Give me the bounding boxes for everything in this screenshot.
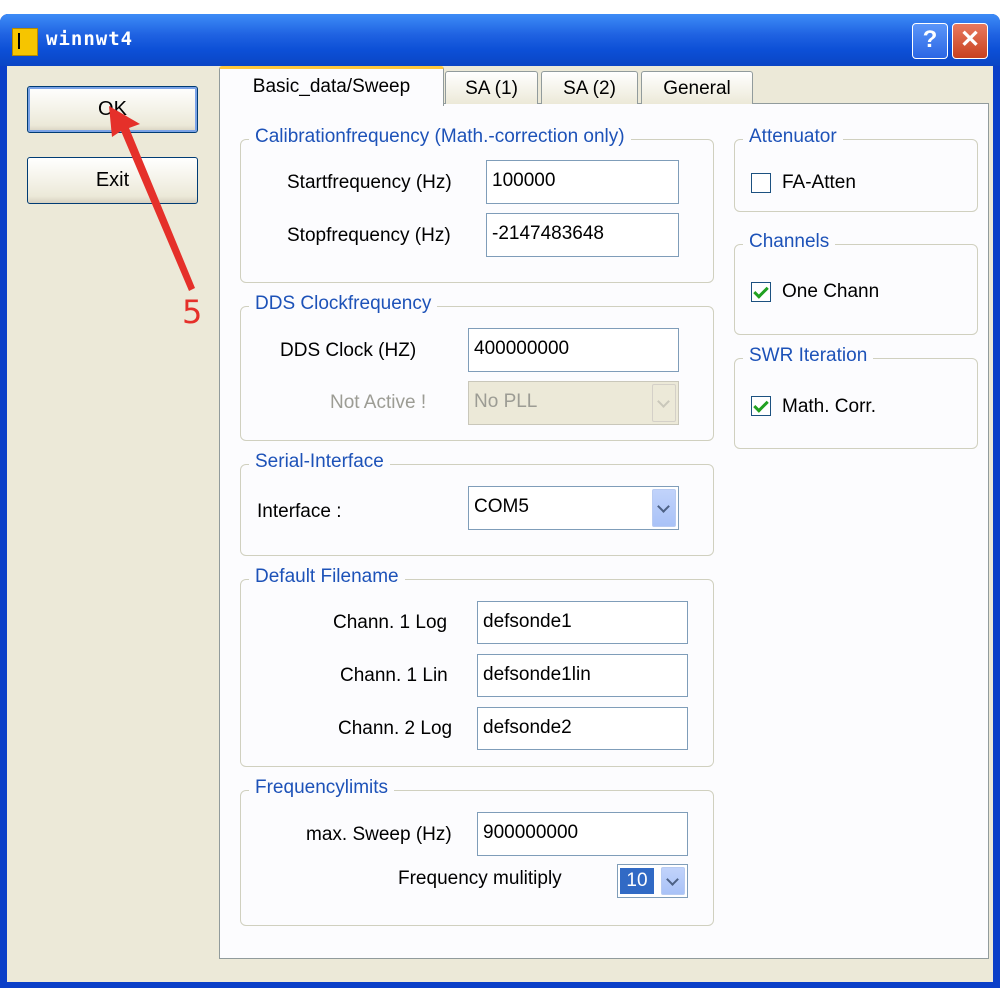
- interface-select-value: COM5: [474, 496, 529, 517]
- swr-group-title: SWR Iteration: [743, 345, 874, 367]
- start-frequency-input[interactable]: 100000: [486, 160, 679, 204]
- filename-label-ch1-log: Chann. 1 Log: [333, 612, 448, 633]
- pll-label: Not Active !: [330, 392, 427, 413]
- max-sweep-label: max. Sweep (Hz): [306, 824, 452, 845]
- window-title: winnwt4: [46, 28, 134, 50]
- tab-sa-1[interactable]: SA (1): [445, 71, 538, 104]
- frequency-multiply-label: Frequency mulitiply: [398, 868, 562, 889]
- frequency-limits-group-title: Frequencylimits: [249, 777, 395, 799]
- filename-input-ch1-lin[interactable]: defsonde1lin: [477, 654, 688, 697]
- ok-button[interactable]: OK: [27, 86, 198, 133]
- filename-label-ch1-lin: Chann. 1 Lin: [340, 665, 448, 686]
- annotation-number: 5: [182, 293, 203, 331]
- exit-button[interactable]: Exit: [27, 157, 198, 204]
- fa-atten-label: FA-Atten: [782, 172, 856, 193]
- one-chann-label: One Chann: [782, 281, 880, 302]
- frequency-limits-group: Frequencylimits: [240, 777, 714, 926]
- chevron-down-icon: [652, 384, 676, 422]
- start-frequency-label: Startfrequency (Hz): [287, 172, 452, 193]
- close-button[interactable]: ✕: [952, 23, 988, 59]
- filename-label-ch2-log: Chann. 2 Log: [338, 718, 453, 739]
- math-corr-checkbox[interactable]: [751, 396, 771, 416]
- tab-general[interactable]: General: [641, 71, 753, 104]
- one-chann-checkbox[interactable]: [751, 282, 771, 302]
- pll-select: No PLL: [468, 381, 679, 425]
- dds-clock-input[interactable]: 400000000: [468, 328, 679, 372]
- filename-input-ch2-log[interactable]: defsonde2: [477, 707, 688, 750]
- chevron-down-icon[interactable]: [661, 867, 685, 895]
- math-corr-label: Math. Corr.: [782, 396, 876, 417]
- stop-frequency-label: Stopfrequency (Hz): [287, 225, 451, 246]
- filename-input-ch1-log[interactable]: defsonde1: [477, 601, 688, 644]
- serial-group-title: Serial-Interface: [249, 451, 390, 473]
- max-sweep-input[interactable]: 900000000: [477, 812, 688, 856]
- tab-sa-2[interactable]: SA (2): [541, 71, 638, 104]
- help-button[interactable]: ?: [912, 23, 948, 59]
- filename-group-title: Default Filename: [249, 566, 405, 588]
- chevron-down-icon[interactable]: [652, 489, 676, 527]
- pll-select-value: No PLL: [474, 391, 538, 412]
- calibration-group-title: Calibrationfrequency (Math.-correction o…: [249, 126, 631, 148]
- app-icon: [12, 28, 38, 56]
- interface-label: Interface :: [257, 501, 342, 522]
- frequency-multiply-select[interactable]: 10: [617, 864, 688, 898]
- attenuator-group-title: Attenuator: [743, 126, 843, 148]
- dds-group-title: DDS Clockfrequency: [249, 293, 438, 315]
- frequency-multiply-value: 10: [620, 868, 654, 894]
- tab-basic-data-sweep[interactable]: Basic_data/Sweep: [219, 66, 444, 106]
- fa-atten-checkbox[interactable]: [751, 173, 771, 193]
- channels-group-title: Channels: [743, 231, 836, 253]
- title-bar[interactable]: winnwt4 ? ✕: [0, 14, 1000, 66]
- interface-select[interactable]: COM5: [468, 486, 679, 530]
- stop-frequency-input[interactable]: -2147483648: [486, 213, 679, 257]
- dds-clock-label: DDS Clock (HZ): [280, 340, 417, 361]
